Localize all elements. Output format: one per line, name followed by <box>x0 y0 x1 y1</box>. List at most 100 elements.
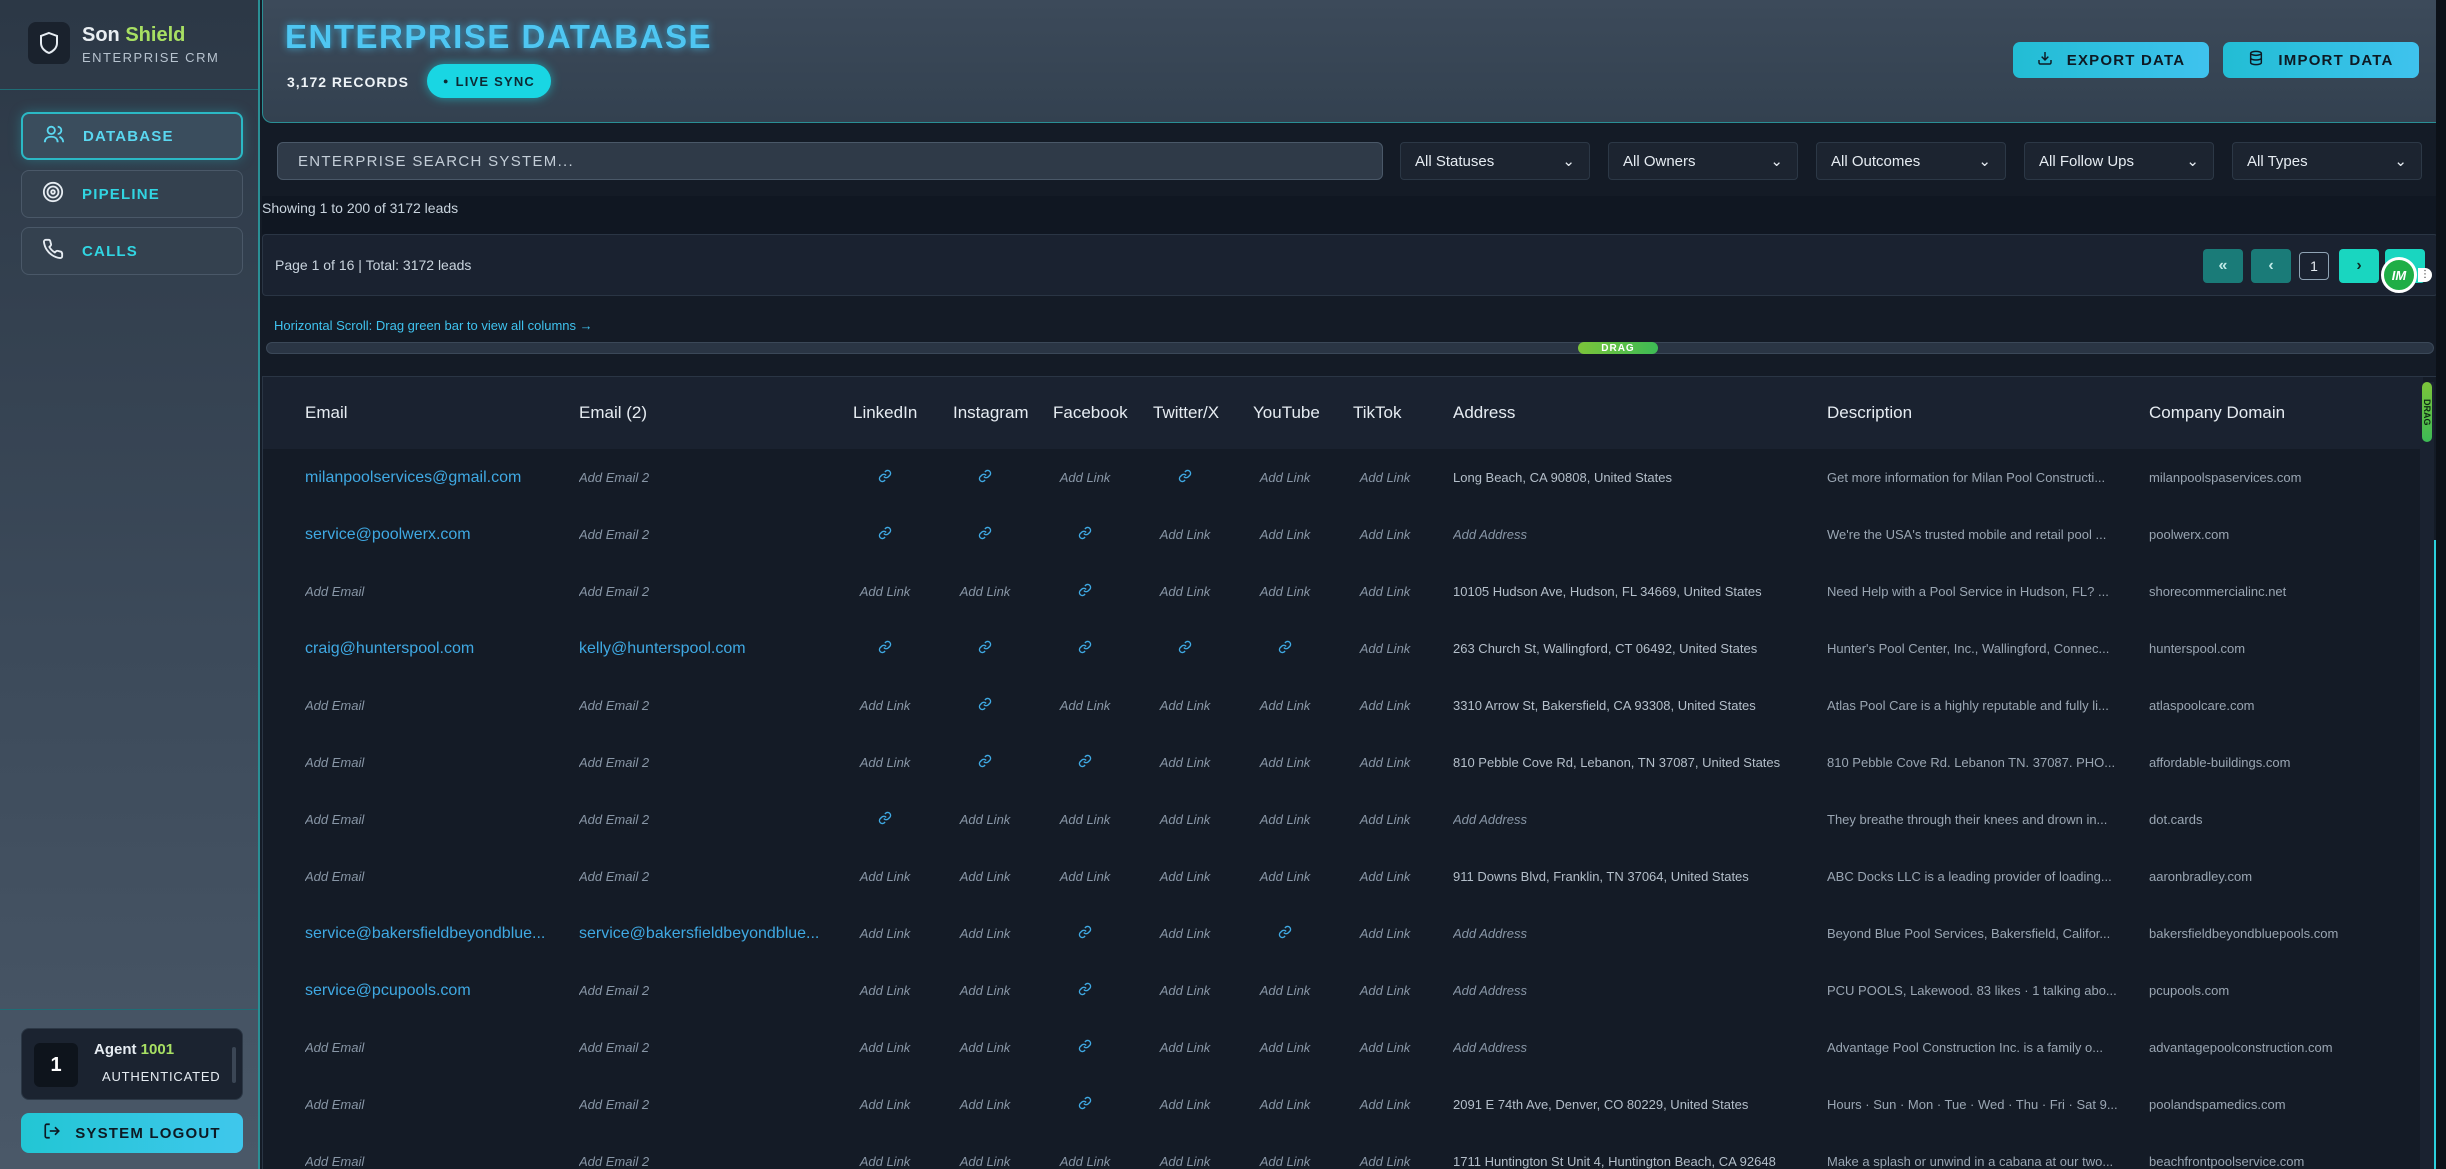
instagram-cell[interactable]: Add Link <box>939 1133 1031 1169</box>
im-badge[interactable]: IM <box>2381 257 2417 293</box>
email-cell[interactable]: craig@hunterspool.com <box>305 620 565 677</box>
sidebar-item-pipeline[interactable]: PIPELINE <box>21 170 243 218</box>
link-icon[interactable] <box>978 526 992 543</box>
first-page-button[interactable]: « <box>2203 249 2243 283</box>
outcome-filter[interactable]: All Outcomes ⌄ <box>1816 142 2006 180</box>
facebook-cell[interactable]: Add Link <box>1039 791 1131 848</box>
linkedin-cell[interactable]: Add Link <box>839 1076 931 1133</box>
link-icon[interactable] <box>878 526 892 543</box>
link-icon[interactable] <box>1078 982 1092 999</box>
domain-cell[interactable]: affordable-buildings.com <box>2149 734 2409 791</box>
youtube-cell[interactable]: Add Link <box>1239 449 1331 506</box>
twitter-cell[interactable] <box>1139 449 1231 506</box>
column-header[interactable]: Twitter/X <box>1153 377 1219 449</box>
youtube-cell[interactable]: Add Link <box>1239 1076 1331 1133</box>
table-row[interactable]: Add Email Add Email 2 Add Link Add Link Add … <box>263 1076 2423 1133</box>
email-cell[interactable]: service@poolwerx.com <box>305 506 565 563</box>
instagram-cell[interactable]: Add Link <box>939 848 1031 905</box>
address-cell[interactable]: Add Address <box>1453 506 1813 563</box>
email-cell[interactable]: Add Email <box>305 791 565 848</box>
follow-up-filter[interactable]: All Follow Ups ⌄ <box>2024 142 2214 180</box>
table-row[interactable]: Add Email Add Email 2 Add Link Add Link Add … <box>263 734 2423 791</box>
description-cell[interactable]: Beyond Blue Pool Services, Bakersfield, … <box>1827 905 2127 962</box>
column-header[interactable]: YouTube <box>1253 377 1320 449</box>
column-header[interactable]: Company Domain <box>2149 377 2285 449</box>
link-icon[interactable] <box>978 697 992 714</box>
facebook-cell[interactable] <box>1039 962 1131 1019</box>
facebook-cell[interactable]: Add Link <box>1039 848 1131 905</box>
column-header[interactable]: Description <box>1827 377 1912 449</box>
description-cell[interactable]: Hours · Sun · Mon · Tue · Wed · Thu · Fr… <box>1827 1076 2127 1133</box>
twitter-cell[interactable] <box>1139 620 1231 677</box>
table-row[interactable]: service@pcupools.com Add Email 2 Add Link A… <box>263 962 2423 1019</box>
address-cell[interactable]: 810 Pebble Cove Rd, Lebanon, TN 37087, U… <box>1453 734 1813 791</box>
email-cell[interactable]: Add Email <box>305 563 565 620</box>
link-icon[interactable] <box>1178 640 1192 657</box>
table-row[interactable]: Add Email Add Email 2 Add Link Add Link Add … <box>263 791 2423 848</box>
vertical-scrollbar[interactable] <box>2420 382 2434 1169</box>
linkedin-cell[interactable]: Add Link <box>839 962 931 1019</box>
linkedin-cell[interactable]: Add Link <box>839 905 931 962</box>
link-icon[interactable] <box>1278 925 1292 942</box>
vertical-drag-handle[interactable]: DRAG <box>2422 382 2432 442</box>
email2-cell[interactable]: Add Email 2 <box>579 848 829 905</box>
email-cell[interactable]: Add Email <box>305 848 565 905</box>
import-button[interactable]: IMPORT DATA <box>2223 42 2419 78</box>
description-cell[interactable]: Get more information for Milan Pool Cons… <box>1827 449 2127 506</box>
link-icon[interactable] <box>878 469 892 486</box>
link-icon[interactable] <box>878 640 892 657</box>
address-cell[interactable]: 2091 E 74th Ave, Denver, CO 80229, Unite… <box>1453 1076 1813 1133</box>
email2-cell[interactable]: Add Email 2 <box>579 449 829 506</box>
link-icon[interactable] <box>1078 640 1092 657</box>
instagram-cell[interactable] <box>939 677 1031 734</box>
tiktok-cell[interactable]: Add Link <box>1339 1076 1431 1133</box>
description-cell[interactable]: Hunter's Pool Center, Inc., Wallingford,… <box>1827 620 2127 677</box>
twitter-cell[interactable]: Add Link <box>1139 905 1231 962</box>
email2-cell[interactable]: service@bakersfieldbeyondblue... <box>579 905 829 962</box>
description-cell[interactable]: Advantage Pool Construction Inc. is a fa… <box>1827 1019 2127 1076</box>
linkedin-cell[interactable] <box>839 449 931 506</box>
twitter-cell[interactable]: Add Link <box>1139 1019 1231 1076</box>
status-filter[interactable]: All Statuses ⌄ <box>1400 142 1590 180</box>
table-row[interactable]: Add Email Add Email 2 Add Link Add Link Add … <box>263 563 2423 620</box>
agent-scrollbar[interactable] <box>232 1047 236 1083</box>
table-row[interactable]: Add Email Add Email 2 Add Link Add Link Add … <box>263 1019 2423 1076</box>
sidebar-item-database[interactable]: DATABASE <box>21 112 243 160</box>
description-cell[interactable]: Atlas Pool Care is a highly reputable an… <box>1827 677 2127 734</box>
tiktok-cell[interactable]: Add Link <box>1339 905 1431 962</box>
instagram-cell[interactable]: Add Link <box>939 905 1031 962</box>
tiktok-cell[interactable]: Add Link <box>1339 848 1431 905</box>
column-header[interactable]: TikTok <box>1353 377 1402 449</box>
email2-cell[interactable]: Add Email 2 <box>579 962 829 1019</box>
link-icon[interactable] <box>1178 469 1192 486</box>
email-cell[interactable]: service@pcupools.com <box>305 962 565 1019</box>
linkedin-cell[interactable]: Add Link <box>839 677 931 734</box>
domain-cell[interactable]: aaronbradley.com <box>2149 848 2409 905</box>
column-header[interactable]: Facebook <box>1053 377 1128 449</box>
twitter-cell[interactable]: Add Link <box>1139 1133 1231 1169</box>
link-icon[interactable] <box>1078 754 1092 771</box>
column-header[interactable]: Email <box>305 377 348 449</box>
tiktok-cell[interactable]: Add Link <box>1339 506 1431 563</box>
facebook-cell[interactable] <box>1039 905 1131 962</box>
domain-cell[interactable]: hunterspool.com <box>2149 620 2409 677</box>
link-icon[interactable] <box>978 469 992 486</box>
search-input[interactable] <box>277 142 1383 180</box>
linkedin-cell[interactable]: Add Link <box>839 734 931 791</box>
instagram-cell[interactable] <box>939 449 1031 506</box>
youtube-cell[interactable]: Add Link <box>1239 1019 1331 1076</box>
domain-cell[interactable]: milanpoolspaservices.com <box>2149 449 2409 506</box>
page-number-button[interactable]: 1 <box>2299 252 2329 280</box>
link-icon[interactable] <box>1078 1039 1092 1056</box>
email2-cell[interactable]: kelly@hunterspool.com <box>579 620 829 677</box>
description-cell[interactable]: PCU POOLS, Lakewood. 83 likes · 1 talkin… <box>1827 962 2127 1019</box>
email2-cell[interactable]: Add Email 2 <box>579 1133 829 1169</box>
email-cell[interactable]: service@bakersfieldbeyondblue... <box>305 905 565 962</box>
address-cell[interactable]: Add Address <box>1453 791 1813 848</box>
link-icon[interactable] <box>1278 640 1292 657</box>
facebook-cell[interactable] <box>1039 563 1131 620</box>
column-header[interactable]: Email (2) <box>579 377 647 449</box>
prev-page-button[interactable]: ‹ <box>2251 249 2291 283</box>
youtube-cell[interactable]: Add Link <box>1239 1133 1331 1169</box>
domain-cell[interactable]: pcupools.com <box>2149 962 2409 1019</box>
